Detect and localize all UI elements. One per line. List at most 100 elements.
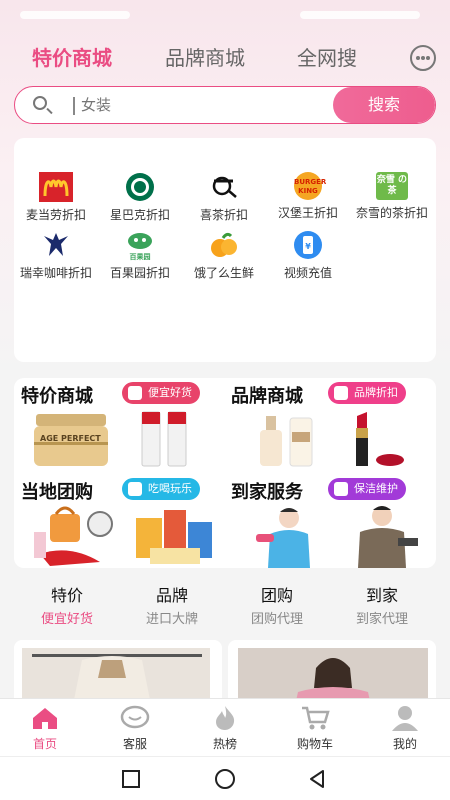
brand-item-mcdonalds[interactable]: 麦当劳折扣 (14, 172, 98, 223)
brand-label: 视频充值 (283, 266, 332, 280)
phone-recharge-icon: ¥ (291, 230, 325, 260)
tab-label: 热榜 (212, 737, 237, 751)
message-icon[interactable] (410, 45, 436, 71)
svg-text:¥: ¥ (305, 242, 311, 251)
category-row: 特价 便宜好货 品牌 进口大牌 团购 团购代理 到家 到家代理 (14, 582, 436, 632)
tag-icon (334, 386, 348, 400)
cream-jar-text: AGE PERFECT (40, 434, 101, 443)
promo-home-service[interactable]: 到家服务 保洁维护 (224, 474, 429, 568)
category-title: 品牌 (155, 586, 188, 605)
skincare-bottles-image (260, 416, 313, 467)
brand-item-heytea[interactable]: 喜茶折扣 (182, 172, 266, 223)
category-subtitle: 便宜好货 (40, 612, 93, 627)
heart-icon (334, 482, 348, 496)
profile-icon (390, 705, 420, 731)
brand-label: 百果园折扣 (109, 266, 170, 280)
handbags-watch-image (34, 506, 113, 566)
top-tabs: 特价商城 品牌商城 全网搜 (0, 40, 450, 76)
brand-label: 饿了么生鲜 (193, 266, 254, 280)
flame-icon (210, 705, 240, 731)
brand-label: 瑞幸咖啡折扣 (19, 266, 92, 280)
tab-customer-service[interactable]: 客服 (105, 705, 165, 752)
promo-brand-mall[interactable]: 品牌商城 品牌折扣 (224, 378, 429, 472)
search-icon (33, 96, 47, 110)
status-bar-left-indicators (20, 11, 130, 19)
tab-label: 客服 (122, 737, 147, 751)
status-bar-right-indicators (300, 11, 420, 19)
naixue-logo: 奈雪 の茶 (376, 172, 408, 200)
tab-brand-mall[interactable]: 品牌商城 (165, 40, 245, 76)
promo-badge: 品牌折扣 (328, 382, 406, 404)
lipstick-image (356, 412, 404, 466)
category-special[interactable]: 特价 便宜好货 (17, 582, 117, 627)
tab-web-search[interactable]: 全网搜 (297, 40, 357, 76)
category-title: 特价 (50, 586, 83, 605)
brand-label: 汉堡王折扣 (277, 206, 338, 220)
category-subtitle: 到家代理 (355, 612, 408, 627)
category-home[interactable]: 到家 到家代理 (332, 582, 432, 627)
home-circle-icon[interactable] (213, 768, 237, 790)
serum-bottles-image (141, 411, 187, 467)
customer-service-icon (120, 705, 150, 731)
orange-fruit-icon (207, 230, 241, 260)
bottom-tab-bar: 首页 客服 热榜 购物车 我的 (0, 698, 450, 756)
tab-hot-list[interactable]: 热榜 (195, 705, 255, 752)
promo-title: 到家服务 (231, 482, 303, 503)
category-title: 到家 (365, 586, 398, 605)
cleaner-person-image (256, 508, 310, 568)
starbucks-logo (123, 172, 157, 202)
tab-profile[interactable]: 我的 (375, 705, 435, 752)
category-subtitle: 团购代理 (250, 612, 303, 627)
brand-item-naixue[interactable]: 奈雪 の茶 奈雪的茶折扣 (350, 172, 434, 221)
brand-item-burger-king[interactable]: BURGER KING 汉堡王折扣 (266, 172, 350, 221)
system-navigation-bar (0, 756, 450, 800)
promo-badge: 吃喝玩乐 (122, 478, 200, 500)
brand-label: 喜茶折扣 (199, 208, 248, 222)
cart-icon (300, 705, 330, 731)
mcdonalds-logo (39, 172, 73, 202)
bag-icon (128, 386, 142, 400)
recent-apps-icon[interactable] (120, 768, 142, 790)
repair-person-image (358, 506, 418, 568)
brand-item-pagoda[interactable]: 百果园 百果园折扣 (98, 230, 182, 281)
brand-item-video-recharge[interactable]: ¥ 视频充值 (266, 230, 350, 281)
home-icon (30, 705, 60, 731)
brand-discount-card: 麦当劳折扣 星巴克折扣 喜茶折扣 BURGER KING 汉堡王折扣 奈雪 の茶… (14, 138, 436, 362)
promo-badge: 便宜好货 (122, 382, 200, 404)
promo-title: 当地团购 (21, 482, 93, 503)
tab-home[interactable]: 首页 (15, 705, 75, 752)
category-subtitle: 进口大牌 (145, 612, 198, 627)
category-group-buy[interactable]: 团购 团购代理 (227, 582, 327, 627)
search-bar: 搜索 (14, 86, 436, 124)
category-title: 团购 (260, 586, 293, 605)
tab-label: 购物车 (296, 737, 333, 751)
pagoda-logo: 百果园 (123, 230, 157, 261)
tab-label: 首页 (32, 737, 57, 751)
snacks-image (136, 510, 212, 564)
burger-king-logo: BURGER KING (294, 172, 326, 200)
promo-grid: 特价商城 便宜好货 AGE PERFECT 品牌商城 品牌折扣 当地团购 吃喝玩… (14, 378, 436, 568)
chat-bubble-icon (128, 482, 142, 496)
promo-local-group-buy[interactable]: 当地团购 吃喝玩乐 (14, 474, 219, 568)
status-bar (0, 0, 450, 30)
brand-label: 星巴克折扣 (109, 208, 170, 222)
brand-label: 奈雪的茶折扣 (355, 206, 428, 220)
promo-badge: 保洁维护 (328, 478, 406, 500)
promo-title: 特价商城 (21, 386, 93, 407)
category-brand[interactable]: 品牌 进口大牌 (122, 582, 222, 627)
search-input[interactable] (81, 87, 321, 123)
brand-item-luckin[interactable]: 瑞幸咖啡折扣 (14, 230, 98, 281)
luckin-logo (39, 230, 73, 260)
promo-title: 品牌商城 (231, 386, 303, 407)
back-triangle-icon[interactable] (306, 768, 328, 790)
promo-special-mall[interactable]: 特价商城 便宜好货 AGE PERFECT (14, 378, 219, 472)
brand-label: 麦当劳折扣 (25, 208, 86, 222)
tab-label: 我的 (392, 737, 417, 751)
tab-special-mall[interactable]: 特价商城 (32, 40, 112, 76)
heytea-logo (207, 172, 241, 202)
brand-item-eleme-fresh[interactable]: 饿了么生鲜 (182, 230, 266, 281)
brand-item-starbucks[interactable]: 星巴克折扣 (98, 172, 182, 223)
search-divider (73, 97, 75, 115)
search-button[interactable]: 搜索 (333, 87, 435, 123)
tab-cart[interactable]: 购物车 (285, 705, 345, 752)
